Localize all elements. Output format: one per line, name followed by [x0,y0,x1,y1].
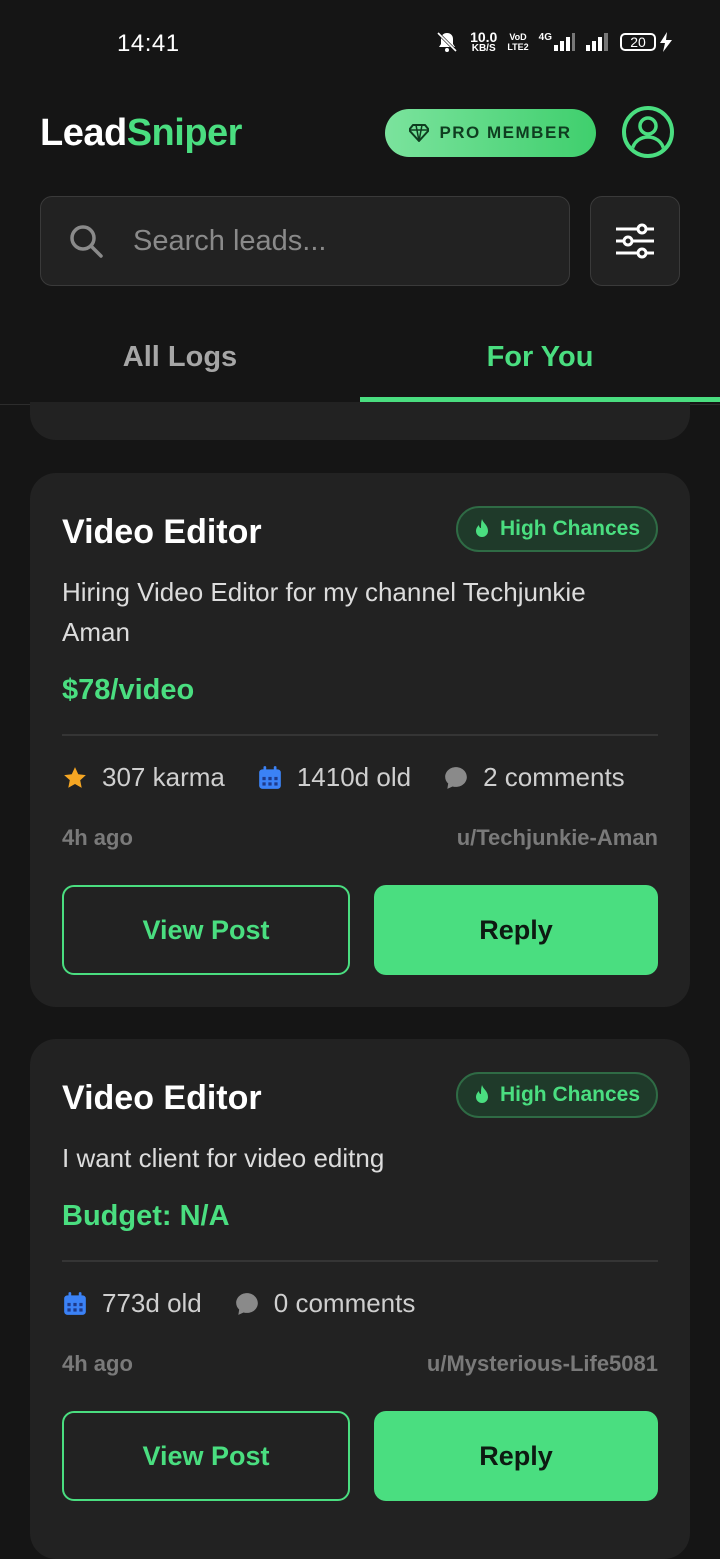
status-bar: 14:41 10.0 KB/S VoD LTE2 4G 20 [0,0,720,90]
lead-card: Video Editor High Chances I want client … [30,1039,690,1559]
lead-description: Hiring Video Editor for my channel Techj… [62,577,586,647]
net-speed: 10.0 KB/S [470,30,497,54]
volte-indicator: VoD LTE2 [507,32,528,52]
search-bar [40,196,570,286]
volte-bottom: LTE2 [507,42,529,52]
lead-description: I want client for video editng [62,1143,385,1173]
lead-budget: Budget: N/A [62,1200,230,1232]
status-icons: 10.0 KB/S VoD LTE2 4G 20 [434,30,672,54]
pro-member-badge[interactable]: PRO MEMBER [385,109,596,157]
signal-4g: 4G [539,33,576,51]
comments-value: 0 comments [273,1288,416,1318]
comment-icon [445,766,467,789]
charging-bolt-icon [660,32,672,52]
sliders-icon [616,223,654,259]
battery-level: 20 [620,33,656,51]
posted-time: 4h ago [62,825,133,850]
lead-stats: 773d old 0 comments [62,1288,415,1319]
profile-avatar-button[interactable] [622,106,674,158]
volte-top: VoD [509,32,527,42]
app-logo: LeadSniper [40,112,242,155]
badge-label: High Chances [499,1083,640,1106]
mute-bell-icon [437,31,458,53]
pro-badge-label: PRO MEMBER [439,123,572,142]
lead-card-previous [30,402,690,440]
tab-for-you[interactable]: For You [360,310,720,404]
tab-all-logs[interactable]: All Logs [0,310,360,404]
lead-card: Video Editor High Chances Hiring Video E… [30,473,690,1007]
card-divider [62,734,658,736]
logo-sniper: Sniper [126,112,243,154]
comments-stat: 2 comments [443,762,625,793]
lead-title: Video Editor [62,513,262,551]
net-speed-unit: KB/S [471,42,496,54]
post-author[interactable]: u/Mysterious-Life5081 [427,1351,658,1377]
account-age-value: 1410d old [296,762,412,792]
network-type: 4G [538,32,552,43]
star-icon [64,766,86,788]
reply-button[interactable]: Reply [374,1411,658,1501]
search-input[interactable] [131,223,535,259]
high-chances-badge: High Chances [455,506,658,552]
karma-stat: 307 karma [62,762,225,793]
view-post-button[interactable]: View Post [62,885,350,975]
account-age-value: 773d old [102,1288,202,1318]
comments-stat: 0 comments [234,1288,416,1319]
lead-budget: $78/video [62,674,195,706]
account-age-stat: 1410d old [257,762,411,793]
search-icon [70,225,103,258]
account-age-stat: 773d old [62,1288,202,1319]
filter-button[interactable] [590,196,680,286]
calendar-icon [259,765,281,789]
signal-bars-2-icon [586,33,608,51]
user-icon [630,116,666,151]
posted-time: 4h ago [62,1351,133,1376]
comment-icon [235,1292,258,1315]
diamond-icon [409,124,430,142]
status-time: 14:41 [117,30,180,57]
calendar-icon [64,1291,86,1315]
signal-bars-icon [554,33,575,51]
high-chances-badge: High Chances [455,1072,658,1118]
lead-title: Video Editor [62,1079,262,1117]
badge-label: High Chances [499,517,640,540]
post-author[interactable]: u/Techjunkie-Aman [457,825,658,851]
card-divider [62,1260,658,1262]
view-post-button[interactable]: View Post [62,1411,350,1501]
flame-icon [475,1085,488,1103]
flame-icon [475,519,488,537]
karma-value: 307 karma [102,762,225,792]
logo-lead: Lead [40,112,127,154]
lead-stats: 307 karma 1410d old 2 comments [62,762,625,793]
reply-button[interactable]: Reply [374,885,658,975]
comments-value: 2 comments [483,762,625,792]
battery: 20 [620,32,672,52]
tab-bar: All Logs For You [0,310,720,405]
